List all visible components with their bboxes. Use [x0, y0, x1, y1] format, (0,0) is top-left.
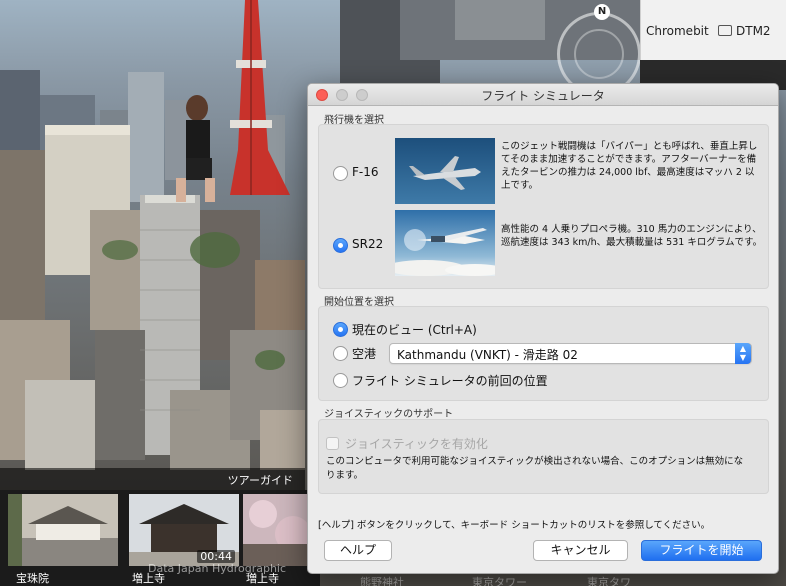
- map-attribution: Data Japan Hydrographic: [148, 562, 287, 575]
- aircraft-name-f16[interactable]: F-16: [352, 165, 379, 179]
- f16-image: [395, 138, 495, 204]
- radio-sr22[interactable]: [333, 238, 348, 253]
- thumbnail-image: [243, 494, 313, 566]
- sr22-description: 高性能の 4 人乗りプロペラ機。310 馬力のエンジンにより、巡航速度は 343…: [501, 224, 763, 248]
- sr22-image: [395, 210, 495, 276]
- dialog-title: フライト シミュレータ: [481, 89, 605, 103]
- dialog-titlebar[interactable]: フライト シミュレータ: [308, 84, 778, 106]
- radio-current-view[interactable]: [333, 322, 348, 337]
- thumbnail-image: [8, 494, 118, 566]
- radio-f16[interactable]: [333, 166, 348, 181]
- jet-illustration: [395, 138, 495, 204]
- airport-select[interactable]: Kathmandu (VNKT) - 滑走路 02 ▲ ▼: [389, 343, 752, 364]
- tour-guide-label[interactable]: ツアーガイド: [0, 468, 305, 490]
- cancel-button[interactable]: キャンセル: [533, 540, 628, 561]
- flight-simulator-dialog: フライト シミュレータ 飛行機を選択 F-16 このジェット戦闘機は「バイパー」…: [307, 83, 779, 574]
- f16-description: このジェット戦闘機は「バイパー」とも呼ばれ、垂直上昇してそのまま加速することがで…: [501, 141, 758, 191]
- airport-select-value: Kathmandu (VNKT) - 滑走路 02: [397, 348, 578, 362]
- airport-label[interactable]: 空港: [352, 345, 376, 362]
- faded-caption: 東京タワ: [587, 576, 631, 586]
- propeller-plane-illustration: [395, 210, 495, 276]
- tour-thumbnail-caption: 宝珠院: [16, 572, 49, 585]
- joystick-section-label: ジョイスティックのサポート: [324, 409, 454, 420]
- radio-airport[interactable]: [333, 346, 348, 361]
- current-view-label[interactable]: 現在のビュー (Ctrl+A): [352, 321, 477, 338]
- bookmark-chromebit[interactable]: Chromebit: [646, 24, 709, 38]
- tour-thumbnail[interactable]: 00:44: [129, 494, 239, 566]
- joystick-enable-checkbox[interactable]: [326, 437, 339, 450]
- faded-caption: 東京タワー: [472, 576, 527, 586]
- compass-ring[interactable]: [574, 29, 624, 79]
- previous-position-label[interactable]: フライト シミュレータの前回の位置: [352, 372, 548, 389]
- radio-previous-position[interactable]: [333, 373, 348, 388]
- bookmark-bar: Chromebit DTM2: [640, 0, 786, 60]
- bookmark-folder-dtm2[interactable]: DTM2: [718, 24, 771, 38]
- aircraft-name-sr22[interactable]: SR22: [352, 237, 383, 251]
- joystick-enable-label: ジョイスティックを有効化: [345, 437, 488, 451]
- tour-thumbnail[interactable]: [8, 494, 118, 566]
- chevron-updown-icon: ▲ ▼: [735, 343, 751, 364]
- folder-icon: [718, 25, 732, 36]
- start-flight-button[interactable]: フライトを開始: [641, 540, 762, 561]
- faded-caption: 熊野神社: [360, 576, 404, 586]
- compass-north-label: N: [594, 4, 610, 20]
- help-button[interactable]: ヘルプ: [324, 540, 392, 561]
- help-hint-text: [ヘルプ] ボタンをクリックして、キーボード ショートカットのリストを参照してく…: [318, 520, 711, 531]
- tour-thumbnail[interactable]: [243, 494, 313, 566]
- bookmark-folder-label: DTM2: [736, 24, 771, 38]
- aircraft-group: F-16 このジェット戦闘機は「バイパー」とも呼ばれ、垂直上昇してそのまま加速す…: [318, 124, 769, 289]
- joystick-note: このコンピュータで利用可能なジョイスティックが検出されない場合、このオプションは…: [326, 456, 744, 481]
